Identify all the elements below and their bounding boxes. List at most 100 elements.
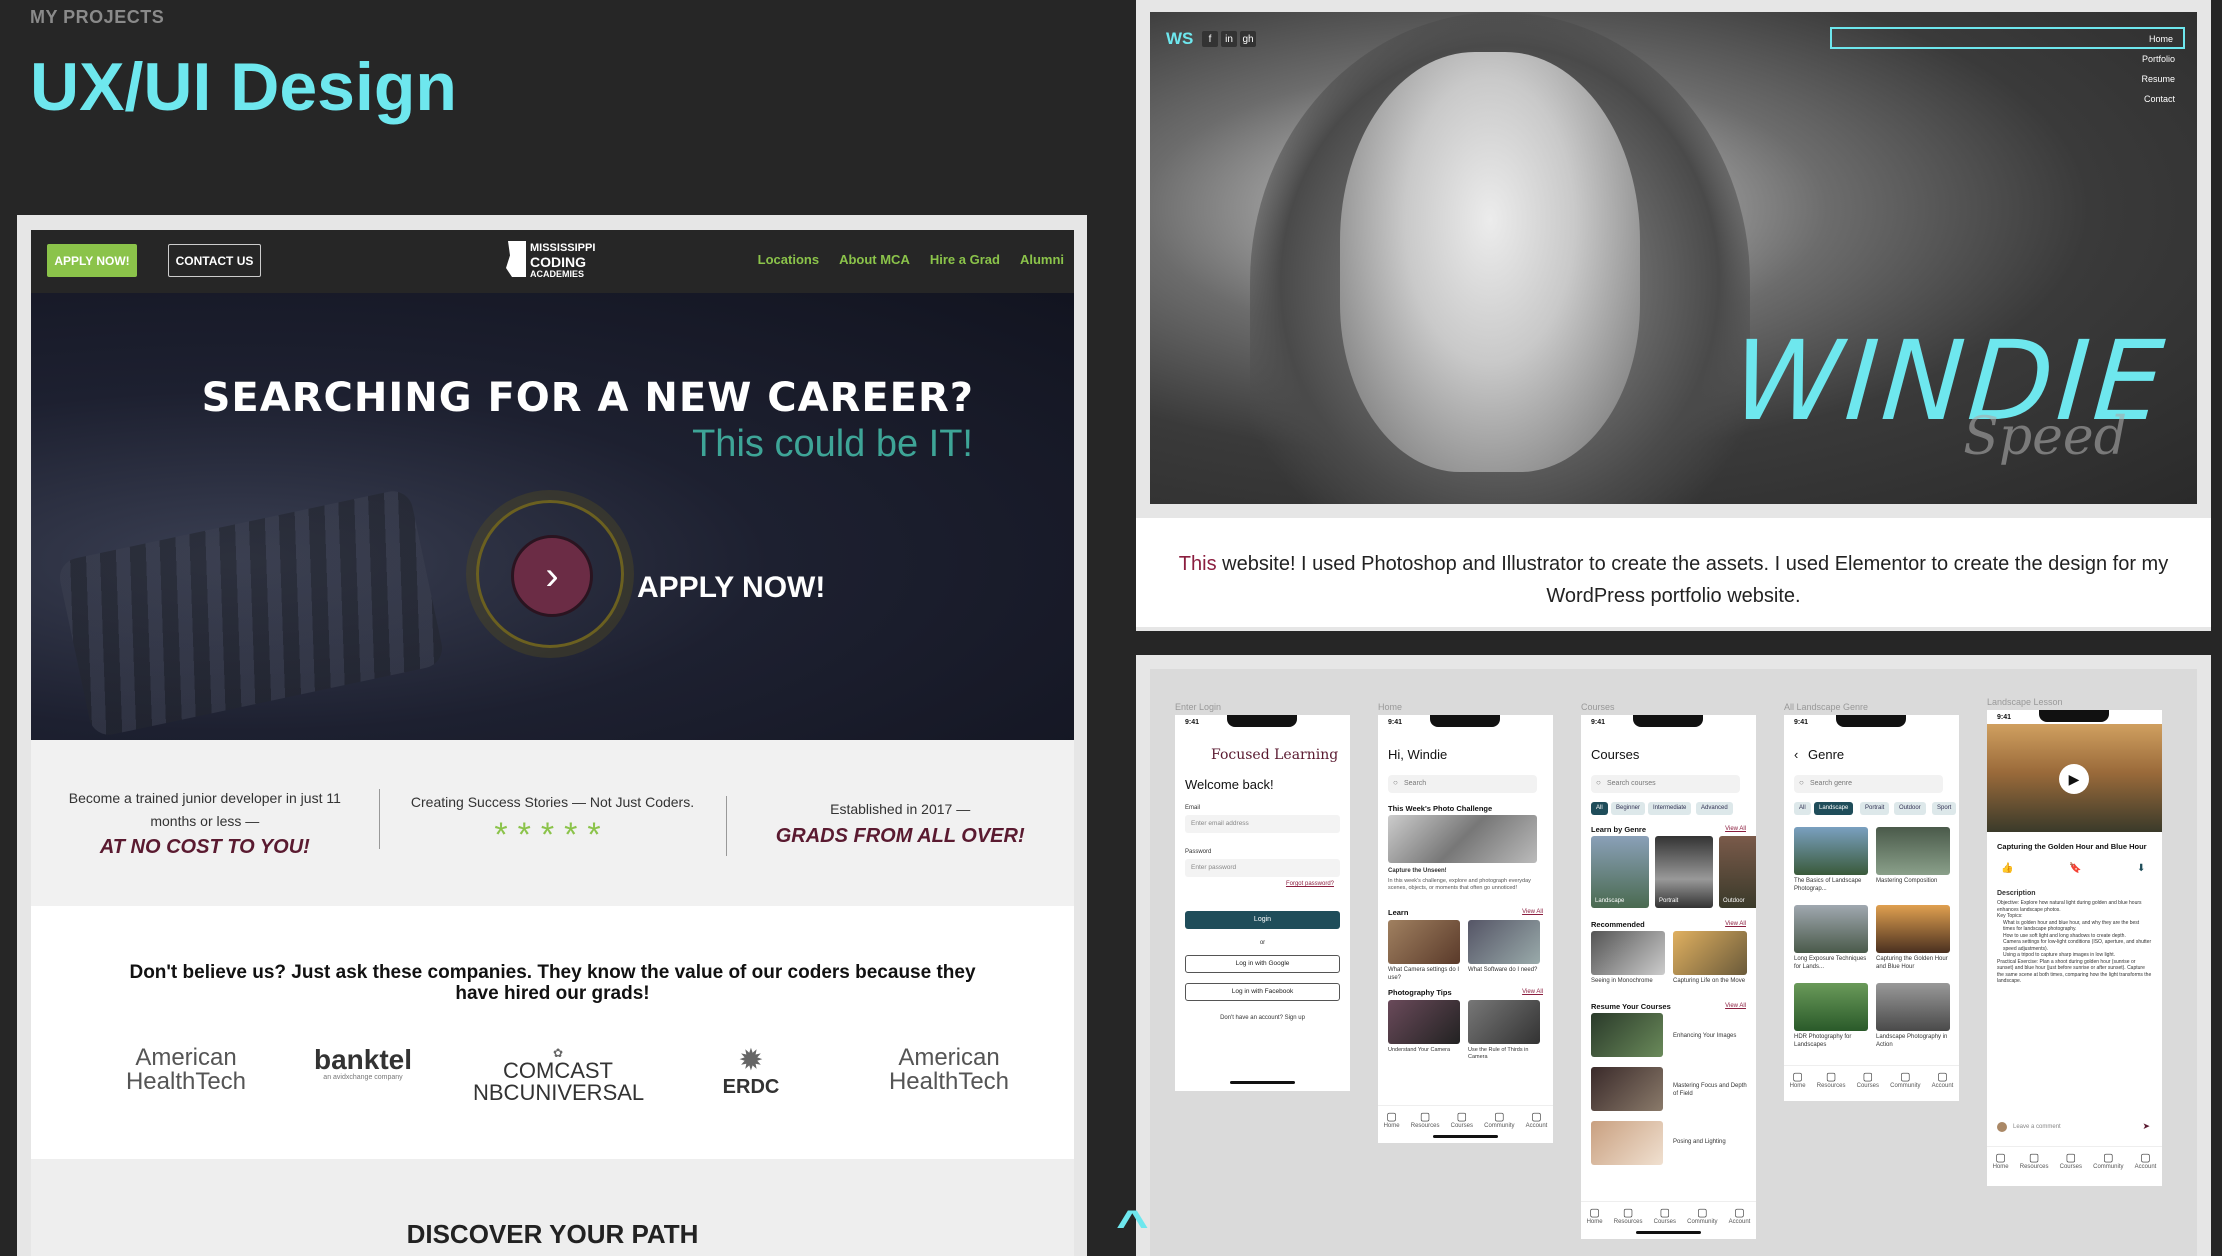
tab-courses[interactable]: Courses [1654,1202,1676,1229]
login-button[interactable]: Login [1185,911,1340,929]
project-card-portfolio[interactable]: WS f in gh Home Portfolio Resume Contact… [1136,0,2211,631]
recommended-card-image[interactable] [1591,931,1665,975]
resume-card-image[interactable] [1591,1013,1663,1057]
course-card-image[interactable] [1876,983,1950,1031]
project-card-mca[interactable]: APPLY NOW! CONTACT US MISSISSIPPI CODING… [17,215,1087,1256]
apply-now-button[interactable]: APPLY NOW! [47,244,137,277]
tab-home[interactable]: Home [1587,1202,1603,1229]
learn-card-image[interactable] [1388,920,1460,964]
learn-card-image[interactable] [1468,920,1540,964]
course-card-image[interactable] [1876,905,1950,953]
tab-home[interactable]: Home [1993,1147,2009,1174]
send-icon[interactable]: ➤ [2142,1121,2150,1132]
github-icon[interactable]: gh [1240,31,1256,47]
nav-link-about[interactable]: About MCA [839,252,910,267]
password-field[interactable]: Enter password [1185,859,1340,877]
course-card-image[interactable] [1794,905,1868,953]
back-chevron-icon[interactable]: ‹ [1794,747,1798,762]
tab-resources[interactable]: Resources [1817,1066,1846,1093]
mca-logo[interactable]: MISSISSIPPI CODING ACADEMIES [506,237,606,285]
nav-link-hire[interactable]: Hire a Grad [930,252,1000,267]
tab-courses[interactable]: Courses [1857,1066,1879,1093]
tab-resources[interactable]: Resources [1411,1106,1440,1133]
signup-link[interactable]: Don't have an account? Sign up [1175,1015,1350,1023]
course-card-image[interactable] [1794,983,1868,1031]
tip-card-image[interactable] [1468,1000,1540,1044]
play-icon[interactable]: ▶ [2059,764,2089,794]
resume-card-image[interactable] [1591,1121,1663,1165]
project-card-focused-learning[interactable]: Enter Login Home Courses All Landscape G… [1136,655,2211,1256]
tip-card-image[interactable] [1388,1000,1460,1044]
companies-text: Don't believe us? Just ask these compani… [129,962,976,1004]
frame-label: Enter Login [1175,702,1222,712]
frame-label: Courses [1581,702,1615,712]
logo-erdc: ✹ ERDC [711,1046,791,1099]
tab-home[interactable]: Home [1790,1066,1806,1093]
genre-title: Genre [1808,747,1845,762]
scroll-to-top-icon[interactable]: ^ [1116,1205,1172,1245]
section-eyebrow: MY PROJECTS [30,7,165,27]
stat-highlight: GRADS FROM ALL OVER! [775,824,1025,847]
tab-bar: Home Resources Courses Community Account [1581,1201,1756,1229]
phone-home: 9:41 Hi, Windie Search This Week's Photo… [1378,715,1553,1143]
facebook-icon[interactable]: f [1202,31,1218,47]
mca-nav-links: Locations About MCA Hire a Grad Alumni [758,252,1064,267]
thumbs-up-icon[interactable]: 👍 [2001,863,2013,876]
linkedin-icon[interactable]: in [1221,31,1237,47]
comment-input[interactable]: Leave a comment [2013,1124,2061,1132]
tab-account[interactable]: Account [1729,1202,1751,1229]
tab-bar: Home Resources Courses Community Account [1987,1146,2162,1174]
resume-card-image[interactable] [1591,1067,1663,1111]
ws-logo[interactable]: WS [1166,29,1193,49]
tab-resources[interactable]: Resources [2020,1147,2049,1174]
tab-community[interactable]: Community [2093,1147,2123,1174]
tab-courses[interactable]: Courses [2060,1147,2082,1174]
contact-us-button[interactable]: CONTACT US [168,244,261,277]
course-card-image[interactable] [1876,827,1950,875]
frame-label: Landscape Lesson [1987,697,2063,707]
stat-text: Become a trained junior developer in jus… [68,790,341,829]
star-rating-icons: ***** [494,815,611,854]
forgot-password-link[interactable]: Forgot password? [1286,881,1334,889]
google-login-button[interactable]: Log in with Google [1185,955,1340,973]
nav-link-alumni[interactable]: Alumni [1020,252,1064,267]
tab-account[interactable]: Account [1526,1106,1548,1133]
stat-highlight: AT NO COST TO YOU! [99,835,310,858]
tab-account[interactable]: Account [1932,1066,1954,1093]
tab-resources[interactable]: Resources [1614,1202,1643,1229]
tab-account[interactable]: Account [2135,1147,2157,1174]
mca-companies: Don't believe us? Just ask these compani… [31,906,1074,1159]
facebook-login-button[interactable]: Log in with Facebook [1185,983,1340,1001]
email-field[interactable]: Enter email address [1185,815,1340,833]
search-courses-input[interactable]: Search courses [1591,775,1740,793]
caption-link[interactable]: This [1179,553,1217,575]
ws-menu-resume[interactable]: Resume [1830,69,2185,89]
phone-courses: 9:41 Courses Search courses All Beginner… [1581,715,1756,1239]
course-card-image[interactable] [1794,827,1868,875]
mca-navbar: APPLY NOW! CONTACT US MISSISSIPPI CODING… [31,230,1074,293]
stat-text: Established in 2017 — [830,801,971,818]
tab-community[interactable]: Community [1484,1106,1514,1133]
tab-community[interactable]: Community [1687,1202,1717,1229]
mca-screenshot: APPLY NOW! CONTACT US MISSISSIPPI CODING… [31,230,1074,1256]
ws-menu-home[interactable]: Home [1830,27,2185,49]
logo-american-healthtech: American HealthTech [888,1044,1010,1095]
arrow-right-icon[interactable]: › [511,535,593,617]
bookmark-icon[interactable]: 🔖 [2069,863,2081,876]
section-title: UX/UI Design [30,49,457,125]
recommended-card-image[interactable] [1673,931,1747,975]
search-input[interactable]: Search [1388,775,1537,793]
tab-home[interactable]: Home [1384,1106,1400,1133]
lesson-description: Objective: Explore how natural light dur… [1997,900,2152,984]
ws-menu-portfolio[interactable]: Portfolio [1830,49,2185,69]
ws-menu-contact[interactable]: Contact [1830,89,2185,109]
hero-apply-link[interactable]: APPLY NOW! [637,571,825,605]
search-genre-input[interactable]: Search genre [1794,775,1943,793]
nav-link-locations[interactable]: Locations [758,252,819,267]
challenge-image[interactable] [1388,815,1537,863]
discover-path-section: DISCOVER YOUR PATH [31,1159,1074,1256]
tab-courses[interactable]: Courses [1451,1106,1473,1133]
download-icon[interactable]: ⬇ [2137,863,2145,876]
phone-genre: 9:41 ‹ Genre Search genre All Landscape … [1784,715,1959,1101]
tab-community[interactable]: Community [1890,1066,1920,1093]
